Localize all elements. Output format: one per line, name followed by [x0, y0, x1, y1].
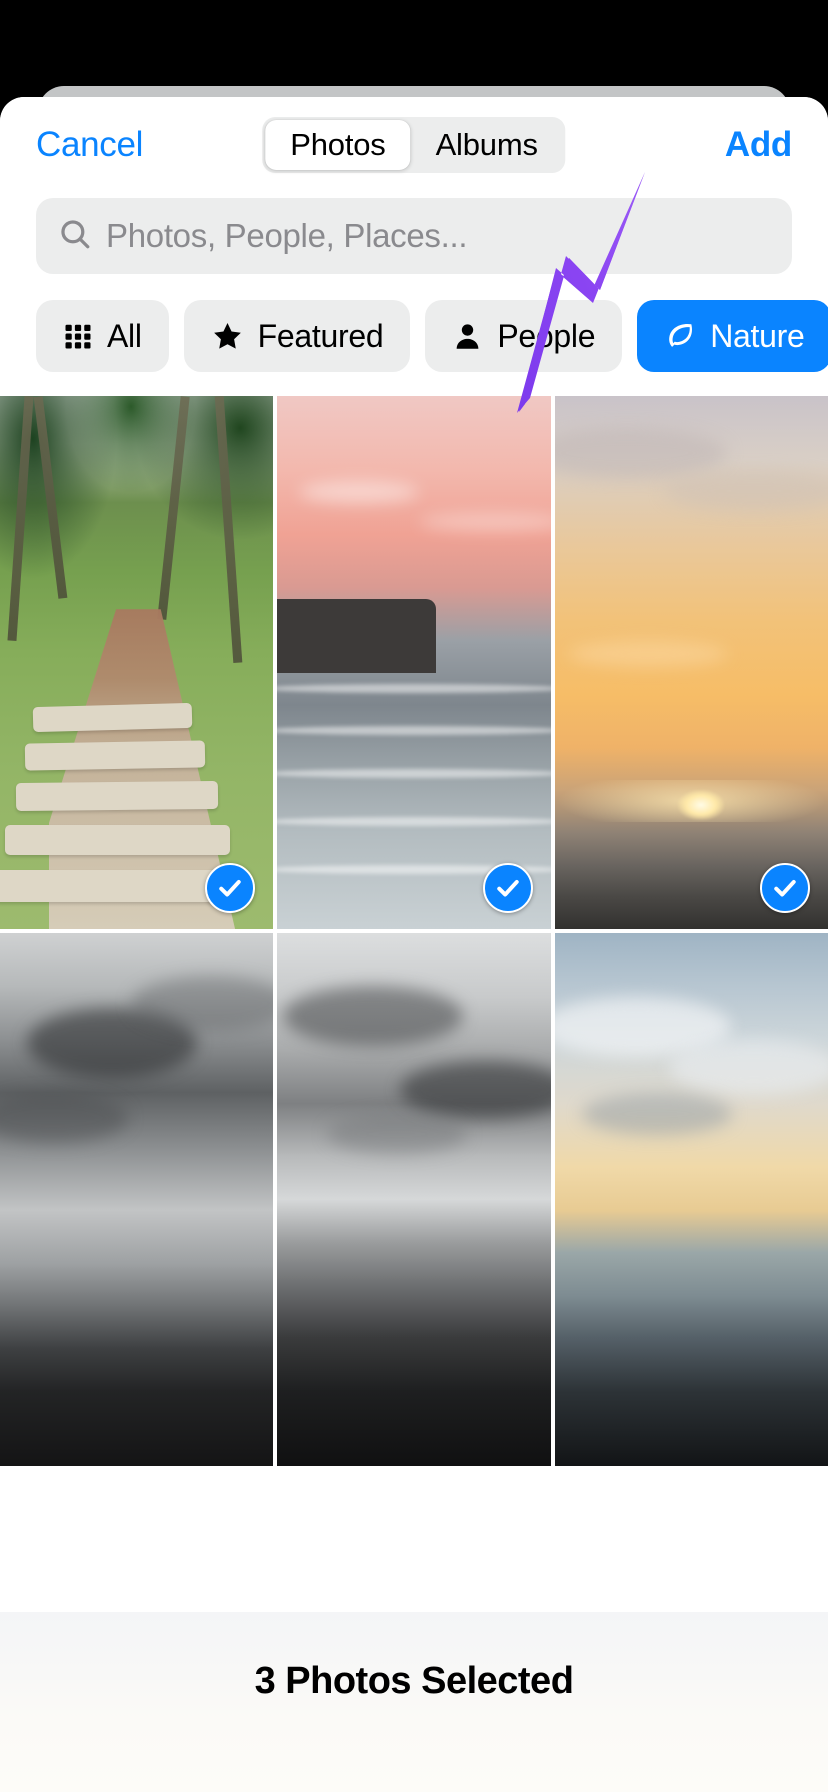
filter-chip-label: All [107, 317, 142, 354]
search-icon [58, 217, 92, 256]
selection-checkmark[interactable] [760, 863, 810, 913]
photo-grid[interactable] [0, 396, 828, 1612]
filter-chip-people[interactable]: People [425, 300, 623, 372]
tab-albums[interactable]: Albums [411, 120, 563, 170]
selection-status-bar: 3 Photos Selected [0, 1612, 828, 1792]
navigation-bar: Cancel Photos Albums Add [0, 97, 828, 192]
filter-chip-all[interactable]: All [36, 300, 169, 372]
photo-cell-bw-clouds-beach[interactable] [0, 933, 274, 1466]
search-input[interactable] [106, 217, 770, 255]
search-field[interactable] [36, 198, 792, 274]
selection-checkmark[interactable] [482, 863, 533, 913]
leaf-icon [664, 320, 696, 352]
cancel-button[interactable]: Cancel [36, 125, 143, 165]
photo-thumbnail [277, 396, 551, 929]
photos-albums-segmented-control[interactable]: Photos Albums [262, 116, 566, 173]
filter-chip-nature[interactable]: Nature [637, 300, 828, 372]
filter-chip-row[interactable]: All Featured People Nature [0, 274, 828, 396]
person-icon [452, 321, 483, 352]
tab-photos[interactable]: Photos [265, 119, 411, 170]
grid-icon [63, 321, 93, 351]
add-button[interactable]: Add [725, 125, 792, 165]
photo-cell-sunset-over-ocean[interactable] [554, 396, 828, 929]
selected-count-label: 3 Photos Selected [254, 1660, 574, 1702]
filter-chip-label: People [497, 317, 596, 354]
photo-thumbnail [277, 933, 551, 1466]
photo-cell-cliff-at-dusk[interactable] [277, 396, 551, 929]
photo-cell-bw-stormy-shore[interactable] [277, 933, 551, 1466]
photo-thumbnail [554, 933, 828, 1466]
selection-checkmark[interactable] [205, 863, 256, 913]
filter-chip-label: Featured [257, 317, 384, 354]
star-icon [211, 320, 244, 353]
filter-chip-featured[interactable]: Featured [183, 300, 411, 372]
photo-thumbnail [0, 933, 274, 1466]
photo-cell-tropical-garden-path[interactable] [0, 396, 274, 929]
photo-cell-golden-cloudy-shore[interactable] [554, 933, 828, 1466]
photo-thumbnail [554, 396, 828, 929]
photo-picker-sheet: Cancel Photos Albums Add Photos, People,… [0, 97, 828, 1792]
filter-chip-label: Nature [710, 317, 805, 354]
photo-thumbnail [0, 396, 274, 929]
search-container [0, 192, 828, 274]
